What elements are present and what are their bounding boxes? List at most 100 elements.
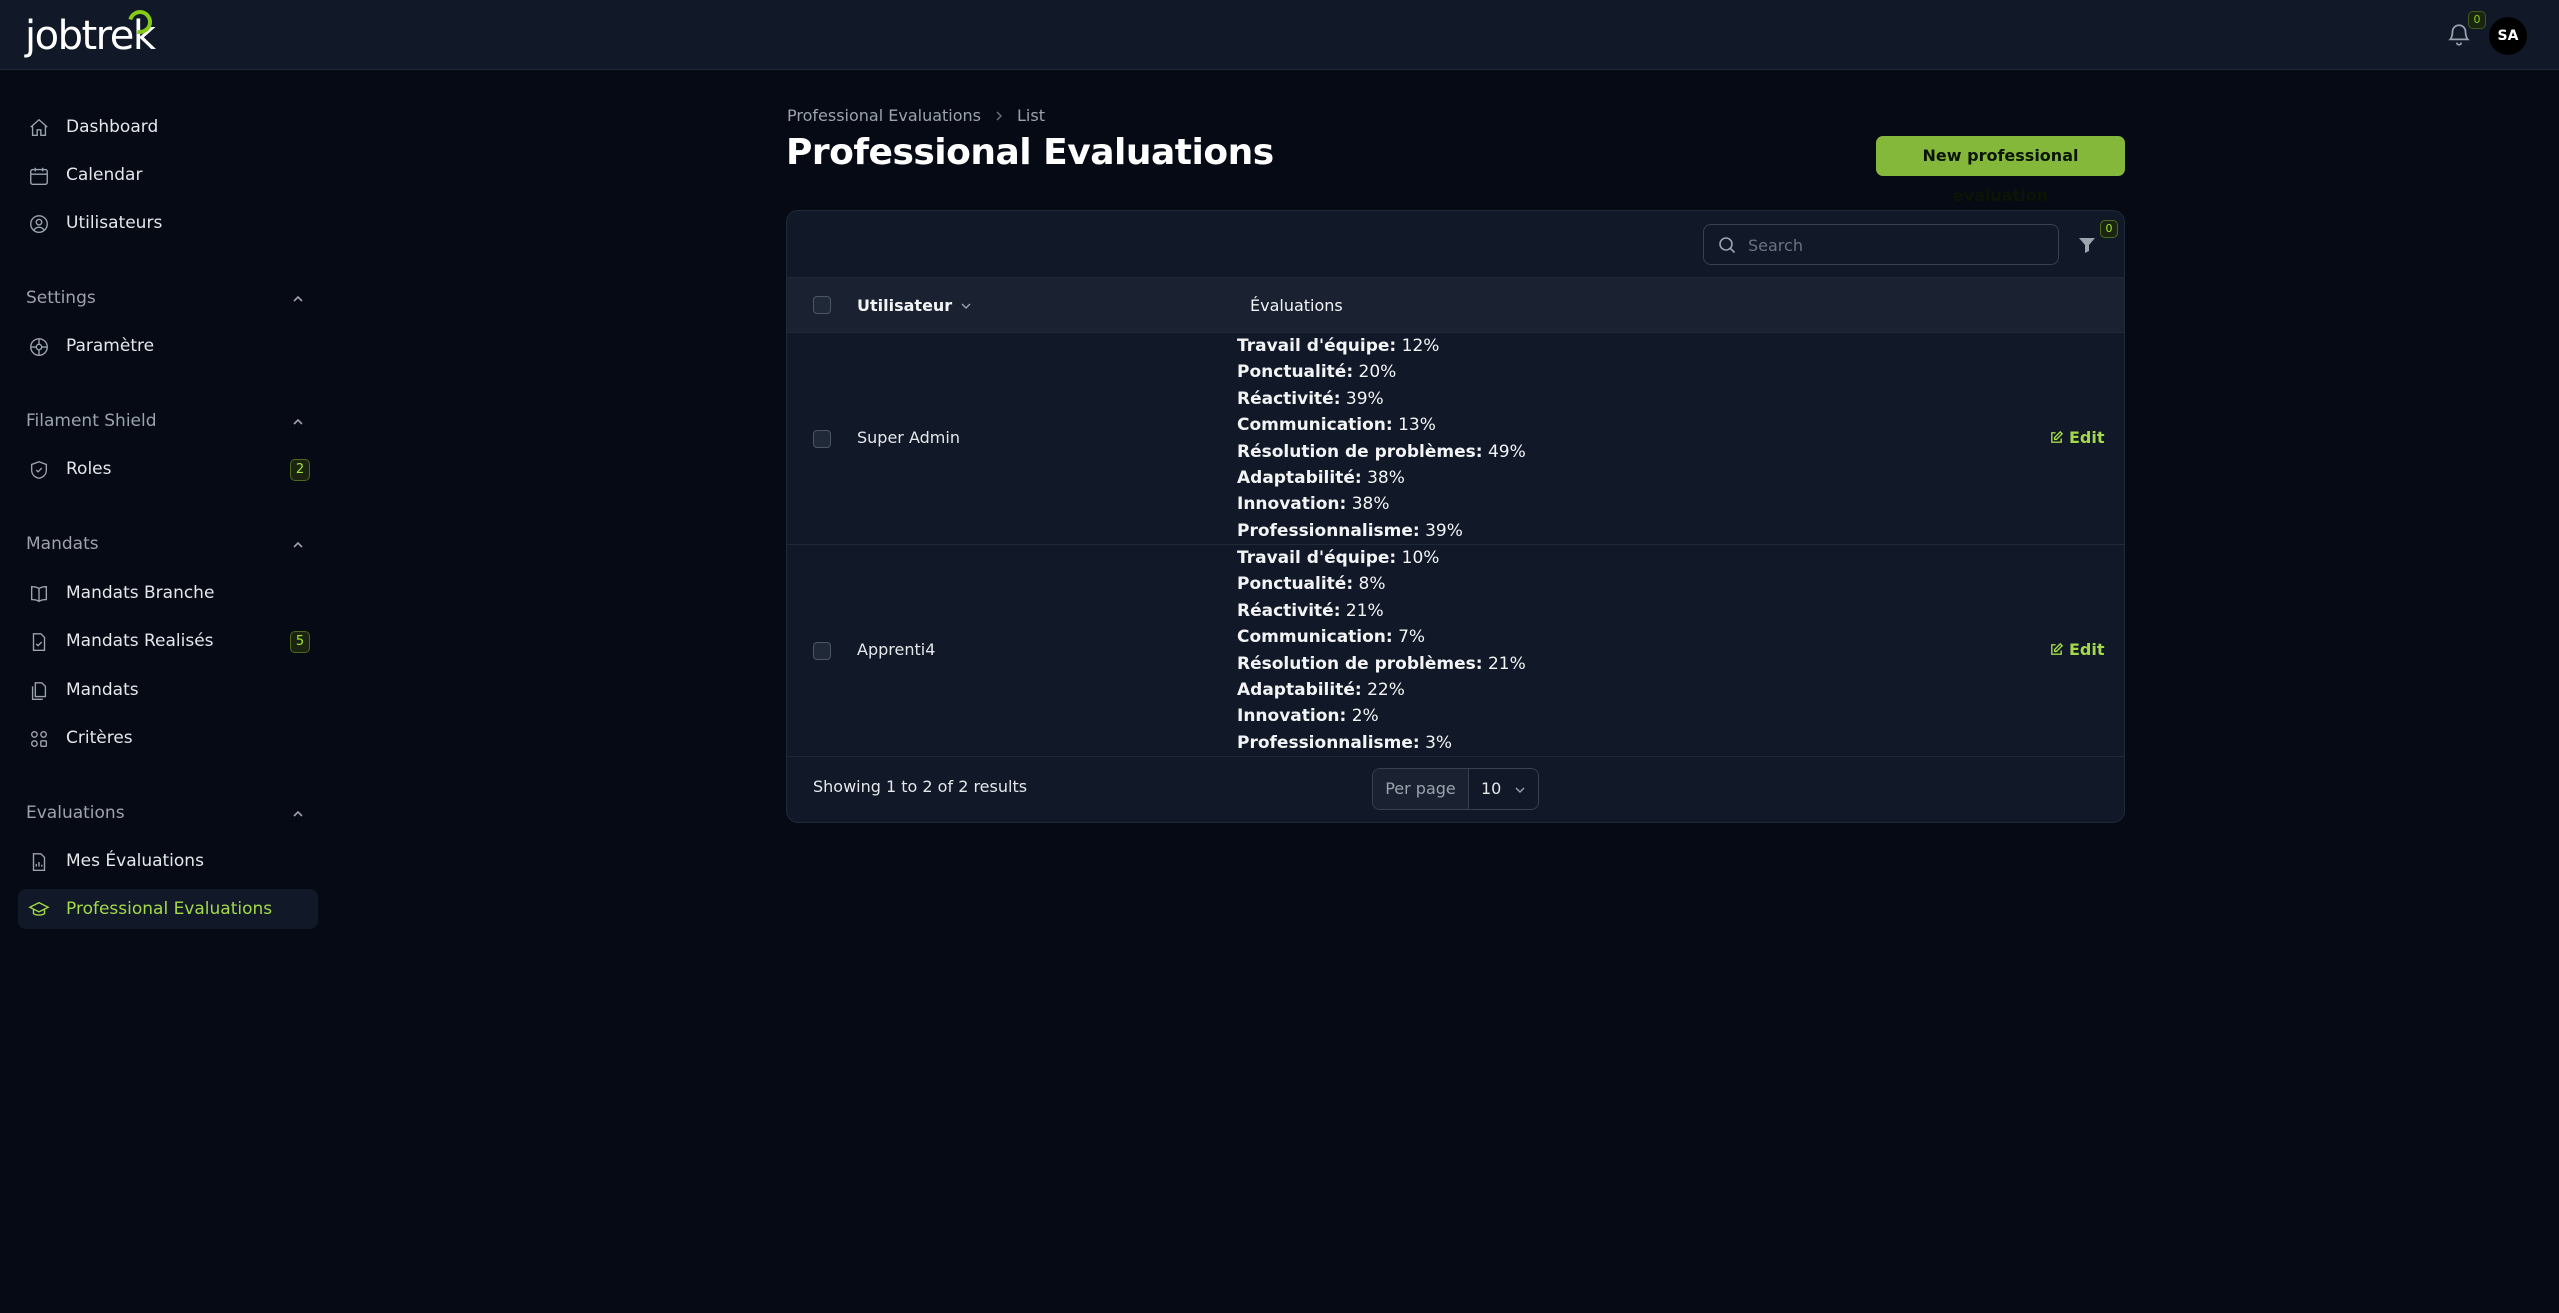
breadcrumb: Professional Evaluations List: [787, 106, 1045, 125]
new-professional-evaluation-button[interactable]: New professional evaluation: [1876, 136, 2125, 205]
evaluation-label: Professionnalisme:: [1237, 732, 1420, 753]
evaluation-value: 22%: [1367, 679, 1405, 700]
sidebar-item-label: Mes Évaluations: [66, 851, 204, 871]
filter-count-badge: 0: [2100, 220, 2118, 238]
evaluation-label: Communication:: [1237, 627, 1393, 648]
group-label-settings[interactable]: Settings: [26, 288, 96, 308]
chevron-up-icon[interactable]: [290, 291, 306, 307]
search-box[interactable]: [1703, 224, 2059, 265]
user-name: Apprenti4: [857, 640, 936, 659]
breadcrumb-parent[interactable]: Professional Evaluations: [787, 106, 981, 125]
grid-icon: [30, 730, 48, 748]
evaluation-value: 38%: [1367, 467, 1405, 488]
edit-button[interactable]: Edit: [2049, 428, 2105, 447]
chevron-up-icon[interactable]: [290, 537, 306, 553]
sidebar-item-mandats[interactable]: Mandats: [18, 670, 318, 710]
calendar-icon: [30, 167, 48, 185]
count-badge: 5: [290, 631, 310, 653]
breadcrumb-current: List: [1017, 106, 1045, 125]
column-header-evaluations: Évaluations: [1250, 296, 1343, 315]
evaluation-value: 20%: [1358, 362, 1397, 383]
pencil-square-icon: [2051, 642, 2064, 655]
sidebar-item-label: Paramètre: [66, 336, 155, 356]
sidebar-item-dashboard[interactable]: Dashboard: [18, 107, 318, 147]
sidebar-item-mandats-realises[interactable]: Mandats Realisés 5: [18, 621, 318, 661]
documents-icon: [31, 682, 47, 700]
evaluation-value: 7%: [1398, 627, 1426, 648]
evaluation-label: Adaptabilité:: [1237, 679, 1362, 700]
sidebar-item-mes-evaluations[interactable]: Mes Évaluations: [18, 841, 318, 881]
sidebar-item-label: Mandats Branche: [66, 583, 215, 603]
table-row[interactable]: Super Admin Travail d'équipe: 12% Ponctu…: [787, 333, 2124, 545]
per-page-value-text: 10: [1481, 779, 1502, 798]
sidebar-item-label: Critères: [66, 728, 133, 748]
sidebar-item-label: Mandats: [66, 680, 139, 700]
per-page-select[interactable]: Per page 10: [1372, 768, 1539, 810]
chevron-up-icon[interactable]: [290, 806, 306, 822]
group-label-mandats[interactable]: Mandats: [26, 534, 99, 554]
chevron-up-icon[interactable]: [290, 414, 306, 430]
search-input[interactable]: [1748, 233, 2048, 257]
select-all-checkbox[interactable]: [813, 296, 831, 314]
evaluation-value: 39%: [1425, 520, 1463, 541]
row-checkbox[interactable]: [813, 642, 831, 660]
evaluation-value: 49%: [1487, 441, 1526, 462]
document-check-icon: [32, 633, 46, 651]
sidebar-item-label: Calendar: [66, 165, 143, 185]
evaluation-item: Ponctualité: 8%: [1237, 571, 1526, 597]
user-name: Super Admin: [857, 428, 960, 447]
evaluation-item: Résolution de problèmes: 49%: [1237, 439, 1526, 465]
evaluation-item: Communication: 7%: [1237, 624, 1526, 650]
sidebar-item-calendar[interactable]: Calendar: [18, 155, 318, 195]
pencil-square-icon: [2051, 430, 2064, 443]
column-header-utilisateur[interactable]: Utilisateur: [857, 296, 972, 315]
sidebar-item-label: Roles: [66, 459, 112, 479]
avatar[interactable]: SA: [2489, 17, 2527, 55]
sidebar-item-label: Mandats Realisés: [66, 631, 214, 651]
evaluation-value: 13%: [1398, 415, 1436, 436]
evaluation-value: 38%: [1351, 494, 1390, 515]
page-title: Professional Evaluations: [786, 132, 1274, 173]
row-checkbox[interactable]: [813, 430, 831, 448]
notifications-badge: 0: [2468, 11, 2486, 29]
evaluation-label: Innovation:: [1237, 494, 1347, 515]
sidebar-item-professional-evaluations[interactable]: Professional Evaluations: [18, 889, 318, 929]
book-icon: [30, 585, 48, 603]
sidebar-item-mandats-branche[interactable]: Mandats Branche: [18, 573, 318, 613]
evaluation-item: Innovation: 2%: [1237, 703, 1526, 729]
column-header-label: Utilisateur: [857, 296, 953, 315]
sidebar-item-label: Dashboard: [66, 117, 159, 137]
sidebar-item-parametre[interactable]: Paramètre: [18, 326, 318, 366]
group-label-evaluations[interactable]: Evaluations: [26, 803, 125, 823]
filter-icon[interactable]: [2077, 235, 2097, 255]
evaluation-label: Résolution de problèmes:: [1237, 441, 1483, 462]
evaluation-label: Réactivité:: [1237, 600, 1341, 621]
edit-button[interactable]: Edit: [2049, 640, 2105, 659]
evaluation-value: 2%: [1351, 706, 1379, 727]
sidebar-item-roles[interactable]: Roles 2: [18, 449, 318, 489]
evaluation-label: Ponctualité:: [1237, 574, 1354, 595]
sidebar-item-utilisateurs[interactable]: Utilisateurs: [18, 203, 318, 243]
evaluation-value: 21%: [1487, 653, 1526, 674]
evaluation-value: 10%: [1401, 548, 1440, 568]
chevron-right-icon: [996, 111, 1002, 120]
evaluation-value: 12%: [1401, 336, 1440, 356]
evaluation-item: Ponctualité: 20%: [1237, 359, 1526, 385]
per-page-label: Per page: [1373, 769, 1469, 809]
chevron-down-icon: [1515, 787, 1525, 793]
evaluation-list: Travail d'équipe: 10% Ponctualité: 8% Ré…: [1237, 545, 1526, 756]
group-label-filament-shield[interactable]: Filament Shield: [26, 411, 157, 431]
evaluation-value: 21%: [1345, 600, 1384, 621]
per-page-value[interactable]: 10: [1469, 769, 1538, 809]
table-card: 0 Utilisateur Évaluations Super Admin Tr…: [786, 210, 2125, 823]
evaluation-value: 39%: [1345, 388, 1384, 409]
evaluation-label: Professionnalisme:: [1237, 520, 1420, 541]
sidebar-item-criteres[interactable]: Critères: [18, 718, 318, 758]
evaluation-item: Communication: 13%: [1237, 412, 1526, 438]
evaluation-item: Travail d'équipe: 12%: [1237, 333, 1526, 359]
search-icon: [1719, 237, 1736, 254]
evaluation-item: Adaptabilité: 22%: [1237, 677, 1526, 703]
home-icon: [30, 118, 48, 137]
evaluation-label: Réactivité:: [1237, 388, 1341, 409]
table-row[interactable]: Apprenti4 Travail d'équipe: 10% Ponctual…: [787, 545, 2124, 757]
